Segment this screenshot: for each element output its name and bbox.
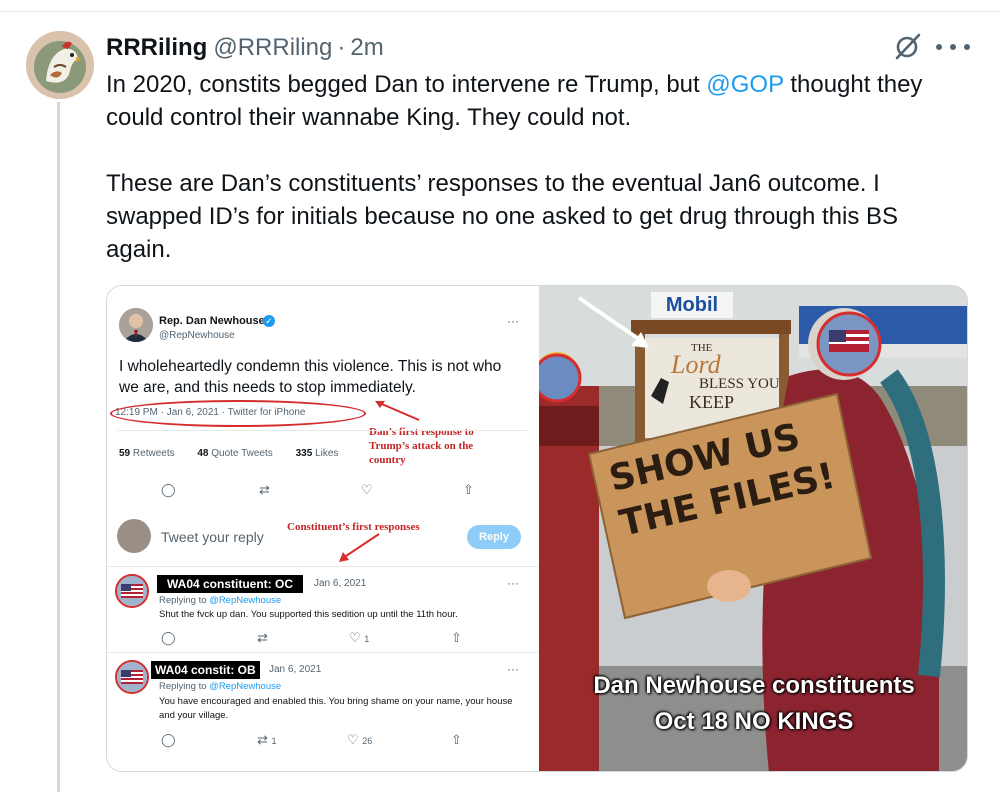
screenshot-image: Rep. Dan Newhouse ✓ @RepNewhouse ··· I w… <box>107 286 539 771</box>
screenshot-avatar <box>119 308 153 342</box>
like-icon: ♡ 26 <box>347 732 373 747</box>
thread-line <box>57 102 60 792</box>
screenshot-divider <box>117 430 527 431</box>
author-handle[interactable]: @RRRiling <box>213 34 332 62</box>
reply-date-1: Jan 6, 2021 <box>314 578 367 589</box>
reply-icon: ◯ <box>161 732 176 747</box>
church-sign-line3: BLESS YOU <box>699 376 780 392</box>
author-name[interactable]: RRRiling <box>106 34 207 62</box>
reply-avatar <box>117 519 151 553</box>
screenshot-actions-main: ◯ ⇄ ♡ ⇧ <box>107 482 539 502</box>
reply-body-1: Shut the fvck up dan. You supported this… <box>159 609 458 620</box>
more-horizontal-icon[interactable] <box>936 37 970 57</box>
screenshot-more-icon: ··· <box>507 314 519 328</box>
reply-icon: ◯ <box>161 482 176 497</box>
constituent-label-1: WA04 constituent: OC <box>157 575 304 593</box>
church-sign-line4: KEEP <box>689 392 734 412</box>
screenshot-handle: @RepNewhouse <box>159 330 235 341</box>
reply-more-1: ··· <box>507 576 519 590</box>
reply-placeholder: Tweet your reply <box>161 529 264 545</box>
annotation-1: Dan’s first response to Trump’s attack o… <box>369 426 474 466</box>
author-avatar[interactable] <box>26 31 94 99</box>
like-icon: ♡ 1 <box>349 630 370 645</box>
tweet-time[interactable]: 2m <box>350 34 383 62</box>
constituent-label-2: WA04 constit: OB <box>151 661 260 679</box>
tweet-text-para2: These are Dan’s constituents’ responses … <box>106 170 899 263</box>
reply-actions-2: ◯ ⇄ 1 ♡ 26 ⇧ <box>107 732 539 752</box>
mention-link[interactable]: @GOP <box>706 71 783 98</box>
share-icon: ⇧ <box>451 630 462 645</box>
constituent-avatar-2 <box>115 660 149 694</box>
arrow-annotation-1 <box>375 401 420 421</box>
rooster-avatar-image <box>26 31 94 99</box>
red-circle-annotation <box>110 400 366 427</box>
screenshot-reply-button: Reply <box>467 525 521 549</box>
screenshot-name: Rep. Dan Newhouse <box>159 315 265 327</box>
share-icon: ⇧ <box>451 732 462 747</box>
replying-to-1: Replying to @RepNewhouse <box>159 595 282 606</box>
share-icon: ⇧ <box>463 482 474 497</box>
photo-caption-line1: Dan Newhouse constituents <box>593 672 915 699</box>
separator-dot: · <box>337 34 346 61</box>
retweet-icon: ⇄ 1 <box>257 732 277 747</box>
like-icon: ♡ <box>361 482 373 497</box>
retweet-icon: ⇄ <box>259 482 270 497</box>
reply-actions-1: ◯ ⇄ ♡ 1 ⇧ <box>107 630 539 650</box>
tweet-media[interactable]: Rep. Dan Newhouse ✓ @RepNewhouse ··· I w… <box>106 285 968 772</box>
top-divider <box>0 0 1000 12</box>
reply-date-2: Jan 6, 2021 <box>269 664 322 675</box>
tweet-text: In 2020, constits begged Dan to interven… <box>106 68 966 266</box>
reply-icon: ◯ <box>161 630 176 645</box>
constituent-avatar-1 <box>115 574 149 608</box>
reply-body-2: You have encouraged and enabled this. Yo… <box>159 696 513 721</box>
retweet-icon: ⇄ <box>257 630 268 645</box>
tweet-header: RRRiling @RRRiling · 2m <box>106 31 384 65</box>
reply-more-2: ··· <box>507 662 519 676</box>
mobil-sign: Mobil <box>651 292 733 318</box>
grok-slash-icon[interactable] <box>893 31 923 61</box>
screenshot-text: I wholeheartedly condemn this violence. … <box>119 358 502 396</box>
protest-photo: Mobil THE Lord BLESS YOU KEEP SHOW US TH… <box>539 286 967 771</box>
verified-badge-icon: ✓ <box>263 315 275 327</box>
screenshot-stats: 59 Retweets 48 Quote Tweets 335 Likes <box>119 448 339 459</box>
tweet-text-part1: In 2020, constits begged Dan to interven… <box>106 71 707 98</box>
photo-caption-line2: Oct 18 NO KINGS <box>654 708 854 735</box>
arrow-annotation-2 <box>339 533 380 562</box>
replying-to-2: Replying to @RepNewhouse <box>159 681 282 692</box>
